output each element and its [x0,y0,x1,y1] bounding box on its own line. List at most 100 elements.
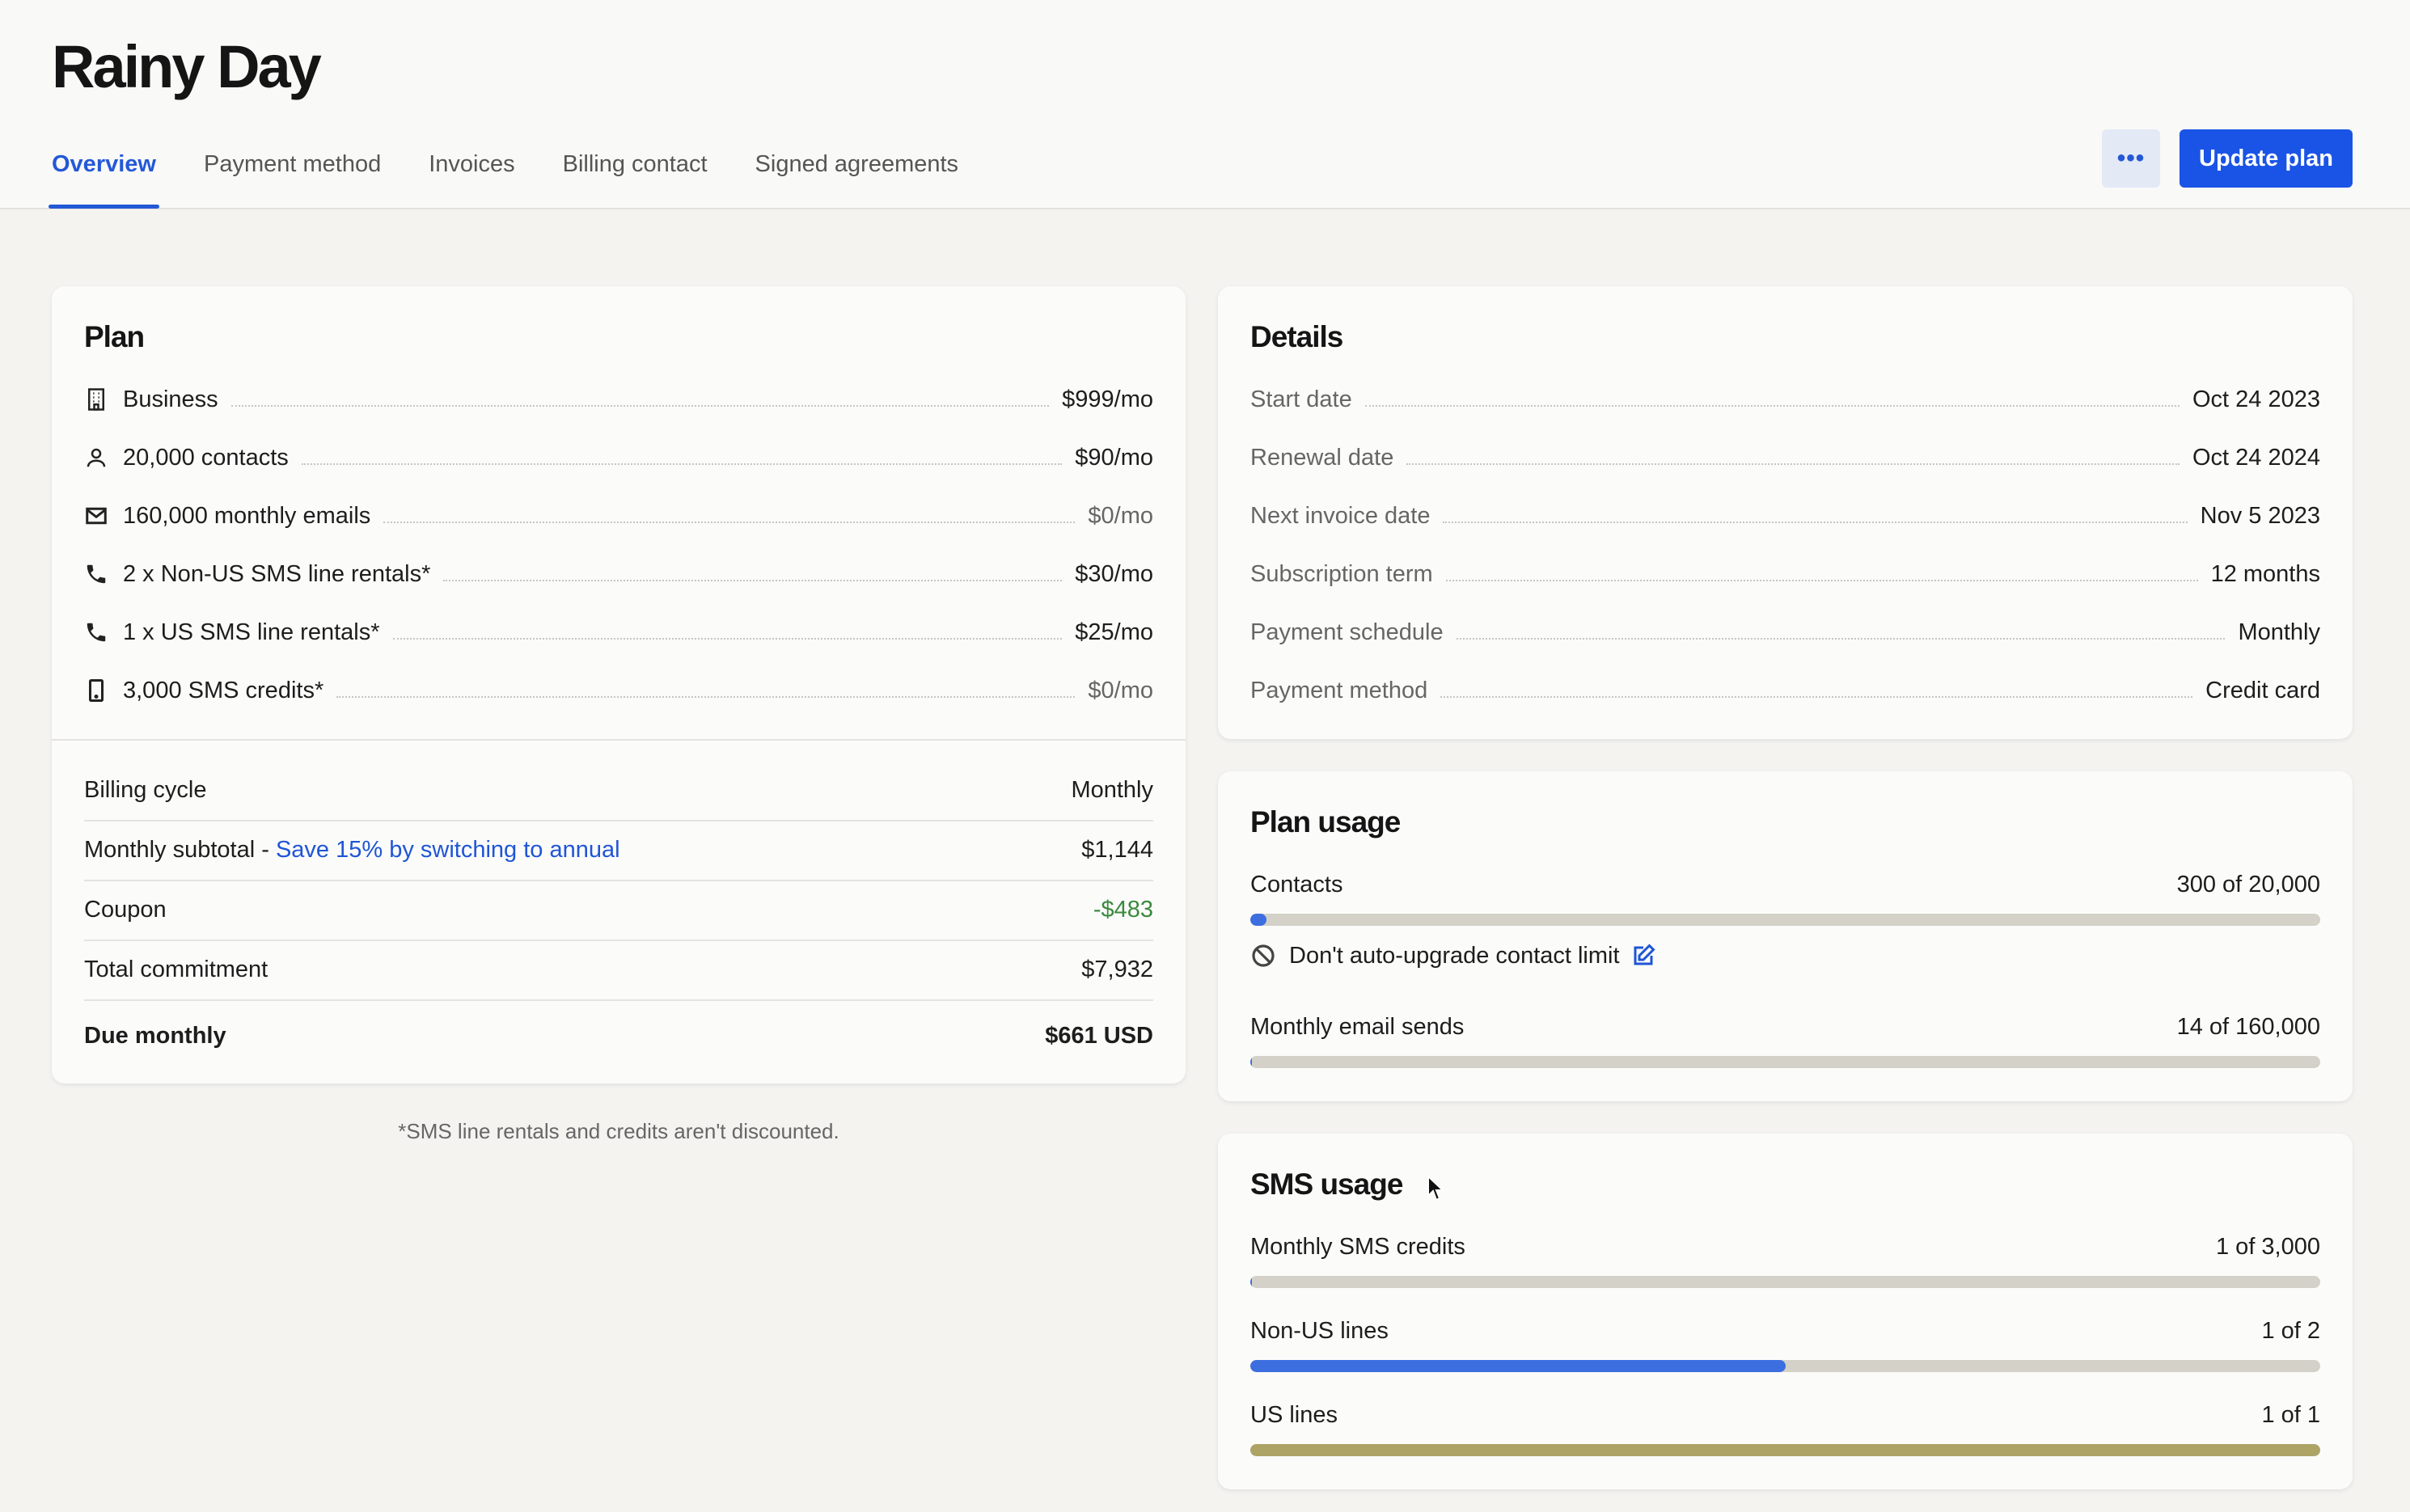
leader-dots [230,405,1050,407]
email-sends-usage-bar-fill [1250,1056,1252,1068]
contacts-usage-row: Contacts 300 of 20,000 [1250,868,2320,901]
details-row-value: Nov 5 2023 [2200,502,2320,529]
auto-upgrade-note: Don't auto-upgrade contact limit [1250,940,1655,972]
details-row: Next invoice date Nov 5 2023 [1250,498,2320,534]
sms-footnote: *SMS line rentals and credits aren't dis… [398,1119,839,1143]
monthly-subtotal-row: Monthly subtotal - Save 15% by switching… [84,820,1153,881]
us-lines-usage-bar [1250,1444,2320,1456]
due-monthly-value: $661 USD [1045,1022,1153,1049]
switch-to-annual-link[interactable]: Save 15% by switching to annual [276,837,620,863]
monthly-subtotal-label: Monthly subtotal - [84,836,276,863]
due-monthly-label: Due monthly [84,1022,226,1049]
leader-dots [336,696,1076,698]
coupon-value: -$483 [1093,896,1153,923]
contacts-usage-label: Contacts [1250,871,1343,897]
details-row-label: Subscription term [1250,560,1433,587]
plan-item-label: 160,000 monthly emails [123,502,371,529]
tab-payment-method[interactable]: Payment method [204,146,381,208]
leader-dots [1456,638,2226,640]
billing-cycle-label: Billing cycle [84,776,207,803]
plan-item: Business $999/mo [84,382,1153,417]
plan-usage-card: Plan usage Contacts 300 of 20,000 Don't … [1218,771,2353,1101]
details-row-label: Next invoice date [1250,502,1431,529]
coupon-row: Coupon -$483 [84,880,1153,941]
billing-cycle-row: Billing cycle Monthly [84,760,1153,821]
envelope-icon [86,507,107,525]
contacts-usage-bar-fill [1250,914,1266,926]
edit-icon[interactable] [1631,944,1655,968]
sms-usage-title: SMS usage [1250,1168,1403,1201]
mouse-cursor-icon [1427,1175,1444,1202]
sms-usage-card: SMS usage Monthly SMS credits 1 of 3,000… [1218,1134,2353,1489]
leader-dots [1406,463,2180,465]
plan-item: 2 x Non-US SMS line rentals* $30/mo [84,556,1153,592]
details-row-label: Payment schedule [1250,619,1444,645]
plan-item-label: 3,000 SMS credits* [123,677,324,703]
sms-credits-usage-label: Monthly SMS credits [1250,1233,1465,1260]
details-row-label: Payment method [1250,677,1428,703]
tab-signed-agreements[interactable]: Signed agreements [755,146,959,208]
leader-dots [1440,696,2193,698]
leader-dots [1364,405,2180,407]
tab-billing-contact[interactable]: Billing contact [563,146,708,208]
update-plan-button[interactable]: Update plan [2180,129,2353,188]
total-commitment-value: $7,932 [1081,956,1153,982]
plan-item: 1 x US SMS line rentals* $25/mo [84,615,1153,650]
billing-cycle-value: Monthly [1071,776,1153,803]
email-sends-usage-value: 14 of 160,000 [2176,1013,2320,1040]
coupon-label: Coupon [84,896,167,923]
block-icon [1252,944,1275,967]
plan-card-title: Plan [84,320,145,353]
leader-dots [1443,522,2188,523]
monthly-subtotal-value: $1,144 [1081,836,1153,863]
tab-overview[interactable]: Overview [49,146,159,209]
plan-item-label: Business [123,386,218,412]
details-row-value: Oct 24 2023 [2192,386,2320,412]
tab-invoices[interactable]: Invoices [429,146,514,208]
plan-usage-title: Plan usage [1250,805,1401,838]
details-card-title: Details [1250,320,1343,353]
details-row: Renewal date Oct 24 2024 [1250,440,2320,475]
plan-item: 3,000 SMS credits* $0/mo [84,673,1153,708]
details-row-value: 12 months [2210,560,2320,587]
plan-card: Plan Business $999/mo 20,000 contacts $9… [52,286,1186,1083]
leader-dots [301,463,1063,465]
plan-item-price: $90/mo [1075,444,1153,471]
person-icon [87,448,106,467]
leader-dots [1445,580,2198,581]
details-card: Details Start date Oct 24 2023 Renewal d… [1218,286,2353,739]
divider [52,739,1186,741]
details-row: Payment schedule Monthly [1250,615,2320,650]
plan-item-price: $30/mo [1075,560,1153,587]
plan-item-price: $25/mo [1075,619,1153,645]
details-row-label: Renewal date [1250,444,1394,471]
more-horizontal-icon: ••• [2116,145,2146,171]
phone-icon [87,623,106,642]
plan-item-label: 1 x US SMS line rentals* [123,619,380,645]
details-row-label: Start date [1250,386,1352,412]
sms-credits-usage-bar [1250,1276,2320,1288]
page-header: Rainy Day Overview Payment method Invoic… [0,0,2410,209]
plan-item-label: 2 x Non-US SMS line rentals* [123,560,431,587]
details-row-value: Monthly [2238,619,2320,645]
details-row: Subscription term 12 months [1250,556,2320,592]
us-lines-usage-row: US lines 1 of 1 [1250,1399,2320,1431]
more-options-button[interactable]: ••• [2102,129,2160,188]
us-lines-usage-bar-fill [1250,1444,2320,1456]
plan-item-price: $0/mo [1088,502,1153,529]
non-us-lines-usage-bar [1250,1360,2320,1372]
due-monthly-row: Due monthly $661 USD [84,1006,1153,1066]
tab-bar: Overview Payment method Invoices Billing… [49,146,1006,209]
sms-credits-usage-value: 1 of 3,000 [2216,1233,2320,1260]
plan-item-price: $0/mo [1088,677,1153,703]
contacts-usage-bar [1250,914,2320,926]
us-lines-usage-label: US lines [1250,1401,1338,1428]
leader-dots [392,638,1063,640]
details-row-value: Oct 24 2024 [2192,444,2320,471]
contacts-usage-value: 300 of 20,000 [2176,871,2320,897]
plan-item-price: $999/mo [1062,386,1153,412]
non-us-lines-usage-value: 1 of 2 [2261,1317,2320,1344]
non-us-lines-usage-row: Non-US lines 1 of 2 [1250,1315,2320,1347]
auto-upgrade-label: Don't auto-upgrade contact limit [1289,942,1620,969]
email-sends-usage-label: Monthly email sends [1250,1013,1465,1040]
